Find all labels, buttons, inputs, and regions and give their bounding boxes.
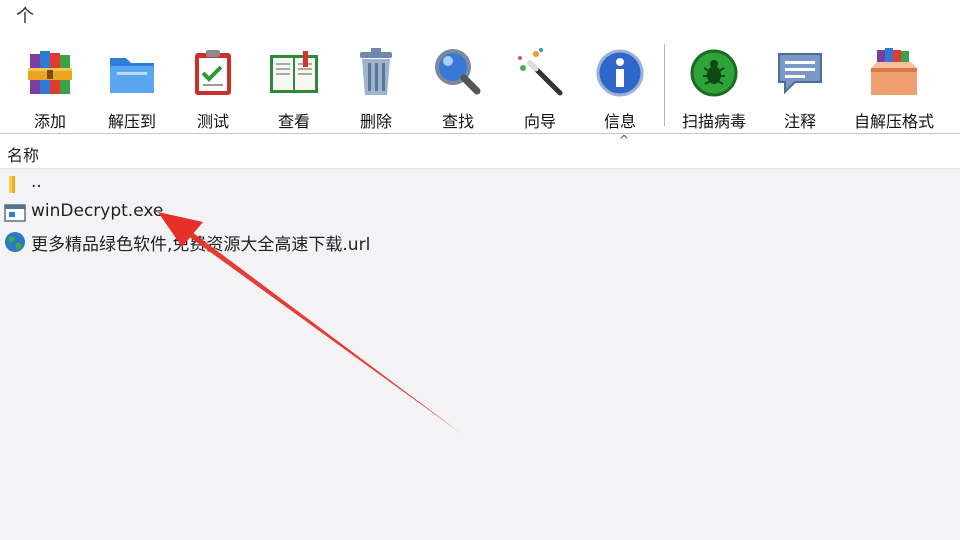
view-button[interactable]: 查看 <box>262 44 326 131</box>
view-label: 查看 <box>277 112 310 131</box>
sfx-box-icon <box>871 48 917 95</box>
clipboard-check-icon <box>195 50 231 95</box>
sfx-button[interactable]: 自解压格式 <box>846 44 942 131</box>
comment-button[interactable]: 注释 <box>768 44 832 131</box>
add-button[interactable]: 添加 <box>18 44 82 131</box>
up-level-button[interactable]: 个 <box>14 6 36 28</box>
comment-label: 注释 <box>783 112 816 131</box>
column-header-row: 名称 ^ <box>0 133 960 169</box>
toolbar: 添加 解压到 测试 查看 删除 查找 向导 信息 扫描病毒 注释 自解压格式 <box>0 36 960 134</box>
delete-label: 删除 <box>359 112 392 131</box>
info-label: 信息 <box>603 112 636 131</box>
folder-extract-icon <box>110 58 154 93</box>
add-label: 添加 <box>33 112 66 131</box>
magnifier-icon <box>435 49 481 95</box>
list-item-windecrypt[interactable]: winDecrypt.exe <box>0 198 960 226</box>
test-label: 测试 <box>196 112 229 131</box>
file-list: .. winDecrypt.exe 更多精品绿色软件,免费资源大全高速下载.ur… <box>0 169 960 540</box>
open-book-icon <box>270 51 318 93</box>
virus-scan-icon <box>690 49 738 97</box>
sfx-label: 自解压格式 <box>853 112 934 131</box>
test-button[interactable]: 测试 <box>181 44 245 131</box>
scan-virus-label: 扫描病毒 <box>681 112 746 131</box>
info-button[interactable]: 信息 <box>588 44 652 131</box>
file-name: winDecrypt.exe <box>31 201 164 221</box>
globe-icon <box>5 232 25 252</box>
find-label: 查找 <box>441 112 474 131</box>
winrar-books-icon <box>28 51 72 94</box>
address-bar: 个 <box>0 0 960 36</box>
sort-indicator: ^ <box>619 133 630 147</box>
info-icon <box>596 49 644 97</box>
find-button[interactable]: 查找 <box>426 44 490 131</box>
list-item-parent-folder[interactable]: .. <box>0 169 960 197</box>
wizard-label: 向导 <box>523 112 556 131</box>
trash-can-icon <box>360 48 392 95</box>
exe-icon <box>4 204 26 222</box>
delete-button[interactable]: 删除 <box>344 44 408 131</box>
file-name: .. <box>31 172 42 192</box>
comment-bubble-icon <box>778 53 822 95</box>
list-item-url[interactable]: 更多精品绿色软件,免费资源大全高速下载.url <box>0 227 960 255</box>
wizard-button[interactable]: 向导 <box>508 44 572 131</box>
column-header-name[interactable]: 名称 <box>7 142 39 166</box>
toolbar-separator <box>664 44 665 126</box>
extract-to-label: 解压到 <box>107 112 156 131</box>
magic-wand-icon <box>518 48 563 96</box>
scan-virus-button[interactable]: 扫描病毒 <box>676 44 752 131</box>
file-name: 更多精品绿色软件,免费资源大全高速下载.url <box>31 235 371 255</box>
extract-to-button[interactable]: 解压到 <box>97 44 167 131</box>
folder-icon <box>9 176 15 193</box>
